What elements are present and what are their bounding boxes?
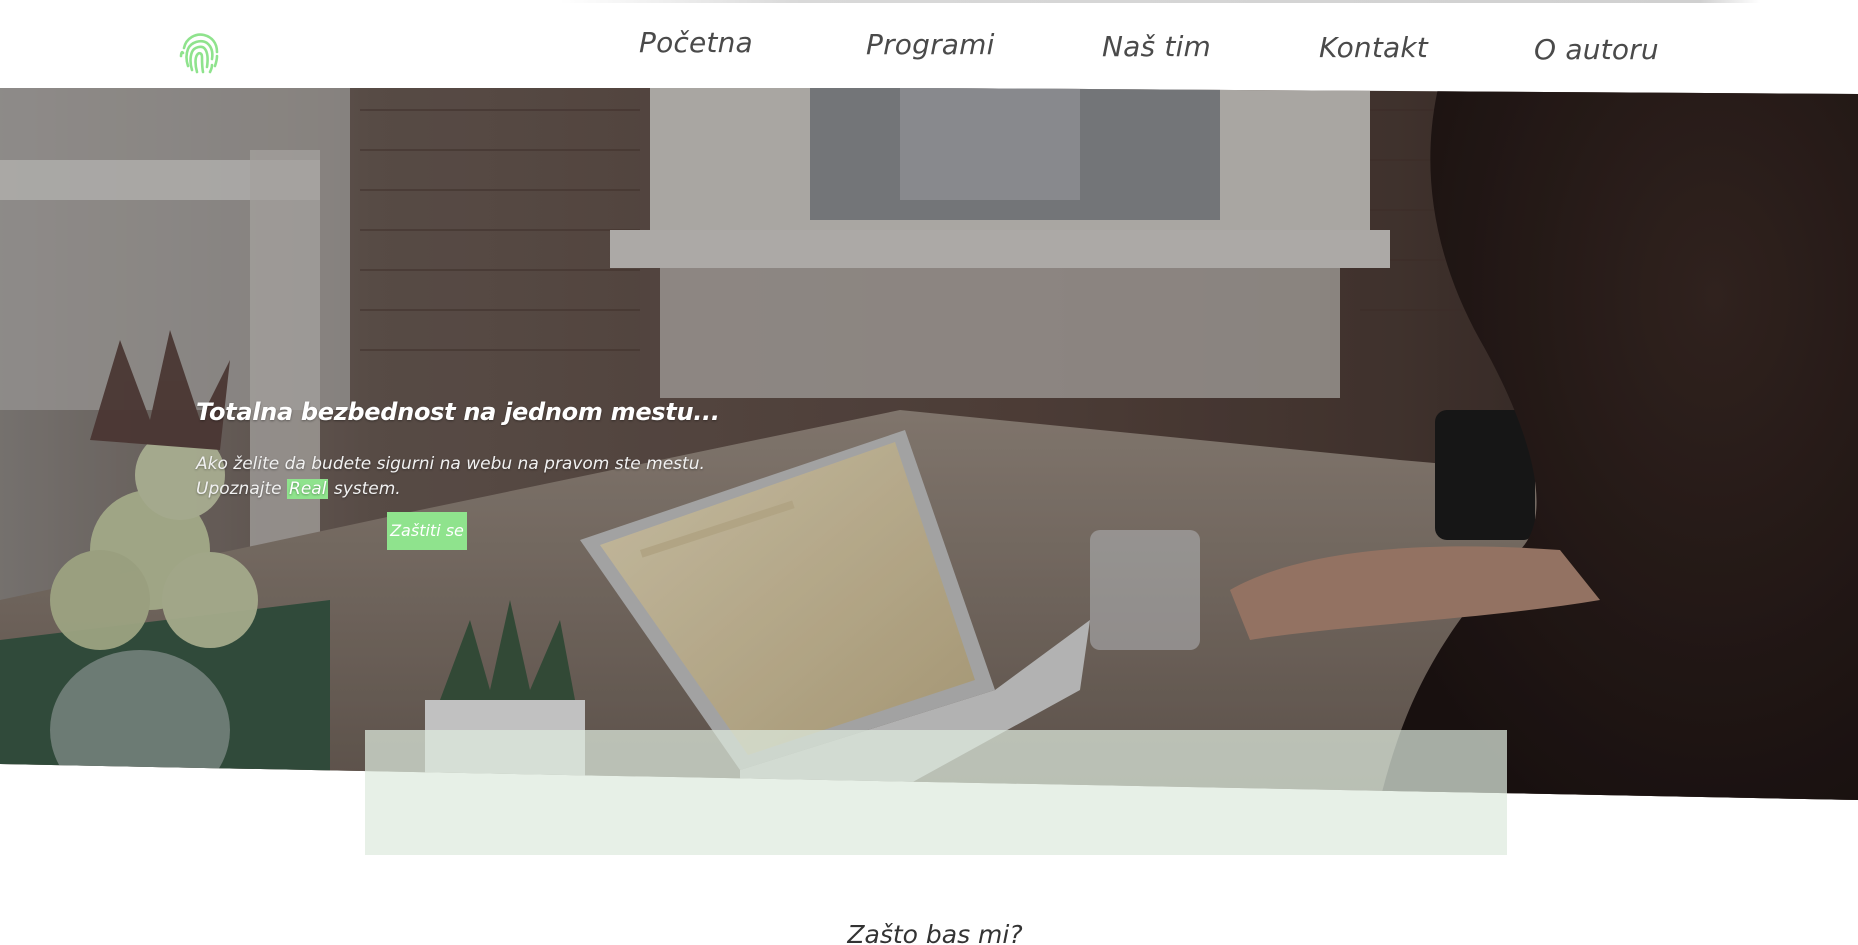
hero-description-suffix: system. xyxy=(333,479,401,499)
hero-description-line-1: Ako želite da budete sigurni na webu na … xyxy=(196,454,705,474)
nav-item-o-autoru[interactable]: O autoru xyxy=(1534,33,1659,66)
brand-highlight: Real xyxy=(287,479,329,499)
hero-description-prefix: Upoznajte xyxy=(196,479,282,499)
feature-panel xyxy=(365,730,1507,855)
nav-item-programi[interactable]: Programi xyxy=(866,28,995,61)
nav-item-pocetna[interactable]: Početna xyxy=(639,26,753,59)
nav-item-nas-tim[interactable]: Naš tim xyxy=(1102,30,1211,63)
hero-section: Totalna bezbednost na jednom mestu... Ak… xyxy=(0,82,1858,800)
page: Početna Programi Naš tim Kontakt O autor… xyxy=(0,0,1858,945)
nav-item-kontakt[interactable]: Kontakt xyxy=(1319,31,1428,64)
hero-background-image xyxy=(0,82,1858,800)
site-header: Početna Programi Naš tim Kontakt O autor… xyxy=(0,0,1858,88)
hero-description-line-2: Upoznajte Real system. xyxy=(196,477,756,502)
hero-title: Totalna bezbednost na jednom mestu... xyxy=(196,398,720,426)
section-title: Zašto bas mi? xyxy=(847,920,1023,945)
protect-button[interactable]: Zaštiti se xyxy=(387,512,467,550)
hero-description: Ako želite da budete sigurni na webu na … xyxy=(196,452,756,502)
header-top-border xyxy=(560,0,1760,3)
fingerprint-icon[interactable] xyxy=(176,28,224,76)
